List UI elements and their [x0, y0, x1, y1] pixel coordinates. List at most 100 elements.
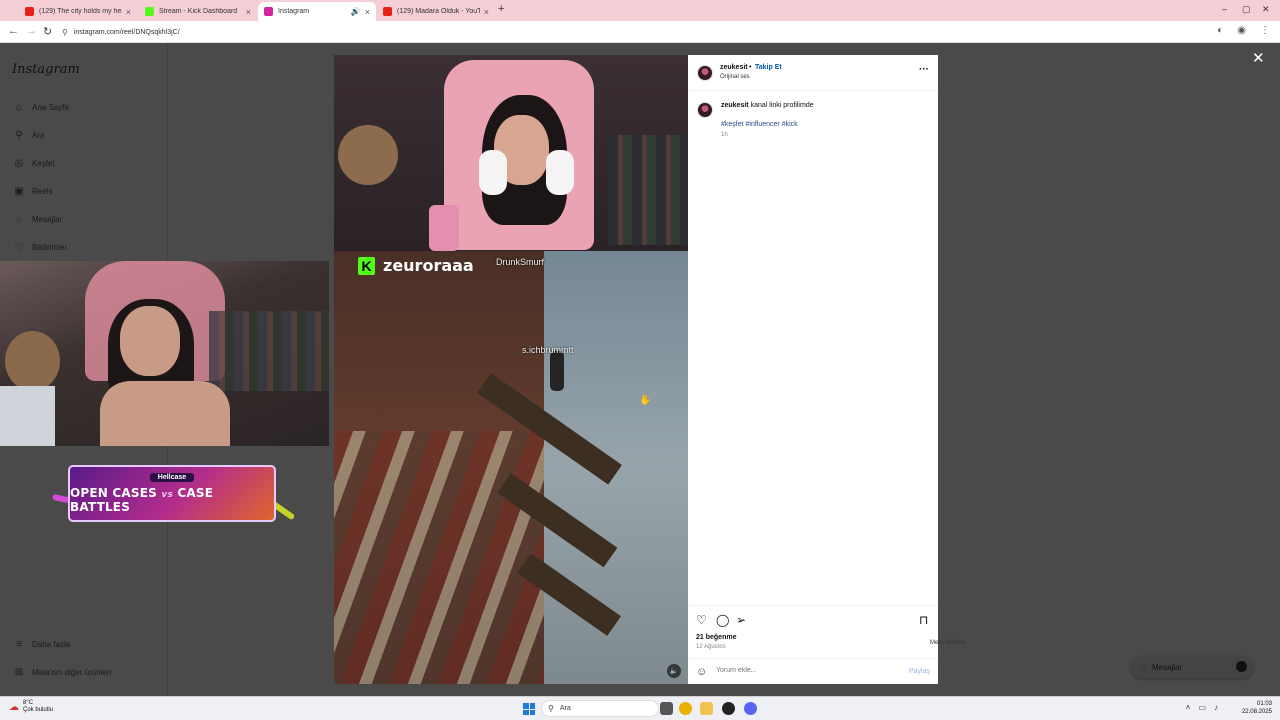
youtube-icon [383, 7, 392, 16]
emoji-icon[interactable]: ☺ [696, 666, 707, 678]
address-bar[interactable]: ⚲ instagram.com/reel/DNQsqkhl3jC/ [62, 24, 1122, 40]
sidebar-item-label: Daha fazla [32, 640, 71, 649]
sidebar-item-explore[interactable]: ◎ Keşfet [12, 158, 55, 169]
instagram-icon [264, 7, 273, 16]
post-username[interactable]: zeukesit [720, 64, 748, 71]
comment-box: ☺ Paylaş [688, 658, 938, 685]
minimize-icon[interactable]: – [1222, 4, 1227, 14]
share-paper-plane-icon[interactable]: ➢ [736, 613, 746, 627]
sidebar-item-meta[interactable]: ⊞ Meta'nın diğer ürünleri [12, 667, 112, 678]
follow-button[interactable]: Takip Et [755, 64, 782, 71]
teddy-bear [5, 331, 60, 391]
like-heart-icon[interactable]: ♡ [696, 613, 707, 627]
messenger-icon: ◌ [1140, 661, 1146, 673]
comment-input[interactable] [716, 667, 896, 674]
start-button-icon[interactable] [523, 703, 535, 715]
reel-webcam-section [334, 55, 688, 251]
site-info-icon[interactable]: ⚲ [62, 28, 68, 37]
youtube-icon [25, 7, 34, 16]
promo-vs: vs [161, 490, 174, 500]
caption-text: kanal linki profilimde [750, 102, 814, 109]
window-close-icon[interactable]: ✕ [1262, 4, 1270, 15]
original-audio-link[interactable]: Orijinal ses [720, 74, 750, 80]
footer-links[interactable]: Meta Verified [930, 640, 965, 646]
close-icon[interactable]: × [246, 7, 251, 17]
search-label: Ara [559, 705, 571, 712]
extension-icon[interactable]: ◐ [1217, 25, 1223, 36]
streamer-face [120, 306, 180, 376]
bookmark-icon[interactable]: ⊓ [919, 613, 928, 627]
back-icon[interactable]: ← [8, 25, 19, 37]
comment-icon[interactable]: ◯ [716, 613, 729, 627]
menu-icon[interactable]: ⋮ [1260, 25, 1270, 36]
promo-left: OPEN CASES [70, 486, 157, 500]
game-player-tag: s.ichbrummtt [522, 345, 574, 355]
reload-icon[interactable]: ↻ [43, 25, 52, 38]
headphone-right [546, 150, 574, 195]
sidebar-item-reels[interactable]: ▣ Reels [12, 186, 52, 197]
maximize-icon[interactable]: ▢ [1242, 4, 1251, 15]
tab-title: (129) Madara Olduk - YouTube [397, 8, 480, 15]
chevron-up-icon[interactable]: ˄ [1186, 703, 1191, 712]
heart-icon: ♡ [14, 242, 24, 253]
tab-instagram[interactable]: Instagram 🔊 × [258, 2, 376, 21]
forward-icon[interactable]: → [26, 25, 37, 37]
kick-icon [145, 7, 154, 16]
profile-icon[interactable]: ◉ [1237, 25, 1246, 36]
meta-icon: ⊞ [14, 667, 24, 678]
discord-icon[interactable] [744, 702, 757, 715]
reel-video[interactable]: K zeuroraaa DrunkSmurf s.ichbrummtt ✋ 🔈 [334, 55, 688, 684]
mute-toggle-icon[interactable]: 🔈 [667, 664, 681, 678]
avatar [1236, 661, 1247, 672]
instagram-logo[interactable]: Instagram [12, 62, 80, 77]
tab-kick-dashboard[interactable]: Stream - Kick Dashboard × [139, 2, 257, 21]
reels-icon: ▣ [14, 186, 24, 197]
tab-youtube-madara[interactable]: (129) Madara Olduk - YouTube × [377, 2, 495, 21]
caption-avatar[interactable] [697, 102, 713, 118]
avatar[interactable] [697, 65, 713, 81]
tab-youtube-city[interactable]: (129) The city holds my heart × [19, 2, 137, 21]
post-comment-button[interactable]: Paylaş [909, 668, 930, 675]
network-icon[interactable]: ▭ [1198, 703, 1206, 712]
close-modal-icon[interactable]: ✕ [1252, 49, 1265, 67]
weather-widget[interactable]: ☁ 8°C Çok bulutlu [9, 700, 53, 714]
more-options-icon[interactable]: ··· [919, 64, 929, 75]
sidebar-item-label: Mesajlar [32, 215, 63, 224]
task-view-icon[interactable] [660, 702, 673, 715]
promo-brand: Hellcase [149, 473, 195, 482]
app-icon[interactable] [722, 702, 735, 715]
sidebar-item-messages[interactable]: ◌ Mesajlar [12, 214, 62, 225]
post-header: zeukesit • Takip Et Orijinal ses ··· [688, 55, 938, 91]
chrome-icon[interactable] [679, 702, 692, 715]
sidebar-item-label: Bildirimler [32, 243, 68, 252]
speaker-icon[interactable]: 🔊 [351, 7, 361, 16]
sidebar-item-notifications[interactable]: ♡ Bildirimler [12, 242, 68, 253]
browser-toolbar: ← → ↻ ⚲ instagram.com/reel/DNQsqkhl3jC/ … [0, 21, 1280, 43]
sidebar-item-home[interactable]: ⌂ Ana Sayfa [12, 102, 69, 113]
system-tray: ˄ ▭ ♪ [1186, 703, 1218, 712]
volume-icon[interactable]: ♪ [1214, 703, 1218, 712]
messages-pill[interactable]: ◌ Mesajlar [1131, 656, 1253, 678]
sidebar-item-search[interactable]: ⚲ Ara [12, 130, 44, 141]
like-count[interactable]: 21 beğenme [696, 634, 736, 641]
home-icon: ⌂ [15, 102, 23, 113]
taskbar-search[interactable]: ⚲ Ara [541, 700, 659, 717]
messages-label: Mesajlar [1151, 662, 1183, 672]
hashtags[interactable]: #keşfet #influencer #kick [721, 121, 798, 128]
close-icon[interactable]: × [126, 7, 131, 17]
sidebar-item-more[interactable]: ≡ Daha fazla [12, 639, 70, 650]
sidebar-item-label: Keşfet [32, 159, 55, 168]
new-tab-icon[interactable]: + [498, 3, 504, 15]
messenger-icon: ◌ [16, 214, 22, 225]
browser-tabstrip: (129) The city holds my heart × Stream -… [0, 0, 1280, 21]
file-explorer-icon[interactable] [700, 702, 713, 715]
toolbar-icons: ◐ ◉ ⋮ [1217, 25, 1270, 36]
close-icon[interactable]: × [484, 7, 489, 17]
close-icon[interactable]: × [365, 7, 370, 17]
streamer-body [100, 381, 230, 446]
clock-time: 01:03 [1256, 701, 1272, 707]
post-actions: ♡ ◯ ➢ ⊓ 21 beğenme 12 Ağustos ☺ Paylaş [688, 605, 938, 685]
caption-username[interactable]: zeukesit [721, 102, 749, 109]
clock[interactable]: 01:03 22.08.2025 [1242, 700, 1272, 716]
microphone [429, 205, 459, 251]
